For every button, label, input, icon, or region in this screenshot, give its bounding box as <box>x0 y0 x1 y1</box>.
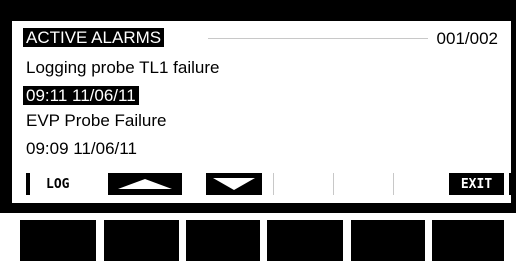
scroll-up-softkey[interactable] <box>108 173 182 195</box>
title-divider <box>208 38 428 39</box>
down-arrow-icon <box>213 178 255 190</box>
softkey-empty-6[interactable] <box>393 173 445 195</box>
alarm-message-2: EVP Probe Failure <box>26 111 167 130</box>
alarm-timestamp-1-text: 09:11 11/06/11 <box>23 86 139 105</box>
up-arrow-icon <box>118 179 172 189</box>
hardware-button-6[interactable] <box>432 220 504 261</box>
header-row: ACTIVE ALARMS <box>23 27 165 49</box>
alarm-message-1: Logging probe TL1 failure <box>26 58 220 77</box>
softkey-bar-right-edge <box>509 173 512 195</box>
hardware-button-1[interactable] <box>20 220 96 261</box>
exit-softkey-label: EXIT <box>460 176 493 192</box>
display-bezel: ACTIVE ALARMS 001/002 Logging probe TL1 … <box>0 0 516 213</box>
softkey-empty-5[interactable] <box>333 173 393 195</box>
hardware-button-4[interactable] <box>267 220 343 261</box>
alarm-timestamp-1[interactable]: 09:11 11/06/11 <box>23 85 139 107</box>
alarm-timestamp-2: 09:09 11/06/11 <box>26 139 137 158</box>
hardware-button-2[interactable] <box>104 220 179 261</box>
softkey-gap <box>88 173 108 195</box>
alarm-counter: 001/002 <box>436 29 498 48</box>
lcd-screen: ACTIVE ALARMS 001/002 Logging probe TL1 … <box>12 21 512 203</box>
exit-softkey[interactable]: EXIT <box>449 173 504 195</box>
log-softkey-label: LOG <box>46 176 70 192</box>
hardware-button-5[interactable] <box>351 220 425 261</box>
hardware-button-3[interactable] <box>186 220 260 261</box>
page-title: ACTIVE ALARMS <box>23 28 165 47</box>
softkey-empty-4[interactable] <box>273 173 333 195</box>
scroll-down-softkey[interactable] <box>206 173 262 195</box>
log-softkey[interactable]: LOG <box>30 173 88 195</box>
